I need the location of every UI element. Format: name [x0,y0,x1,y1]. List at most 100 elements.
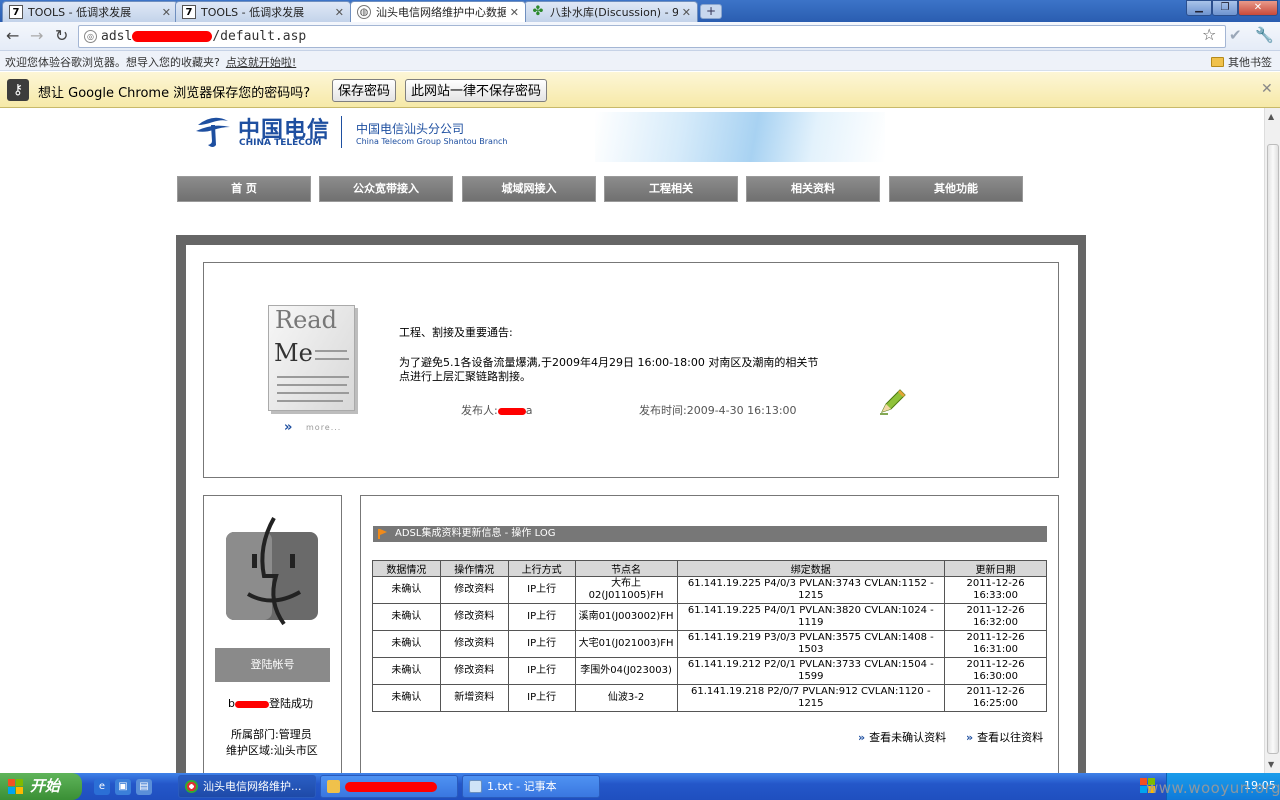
check-icon[interactable]: ✔ [1229,26,1242,44]
nav-resources[interactable]: 相关资料 [746,176,880,202]
leaf-icon: ✤ [532,4,544,19]
tab-discussion[interactable]: ✤ 八卦水库(Discussion) - 9 ✕ [524,1,698,22]
table-cell: 仙波3-2 [574,684,678,712]
scroll-thumb[interactable] [1267,144,1279,754]
table-cell: IP上行 [507,603,576,631]
close-icon[interactable]: ✕ [335,6,344,19]
table-row: 未确认 修改资料 IP上行 大宅01(J021003)FH 61.141.19.… [372,630,1047,658]
logo-divider [341,116,342,148]
flag-icon [378,529,387,539]
table-row: 未确认 修改资料 IP上行 溪南01(J003002)FH 61.141.19.… [372,603,1047,631]
folder-icon [327,780,340,793]
tools-favicon-icon: 7 [9,5,23,19]
publisher-label: 发布人: [461,404,498,417]
scroll-down-arrow-icon[interactable]: ▼ [1268,760,1274,769]
tab-title: 汕头电信网络维护中心数据 [376,6,506,19]
taskbar-task-notepad[interactable]: 1.txt - 记事本 [462,775,600,798]
log-table: 数据情况 操作情况 上行方式 节点名 绑定数据 更新日期 未确认 修改资料 IP… [372,560,1047,712]
start-label: 开始 [30,777,61,795]
table-cell: 大布上02(J011005)FH [574,576,678,604]
close-window-button[interactable]: ✕ [1238,0,1278,16]
publisher-tail: a [525,404,533,417]
tab-strip: 7 TOOLS - 低调求发展 ✕ 7 TOOLS - 低调求发展 ✕ ◍ 汕头… [0,0,1280,22]
column-header: 数据情况 [372,560,441,577]
taskbar-task-folder[interactable] [320,775,458,798]
more-link[interactable]: more... [306,423,341,432]
redaction-mark [234,700,269,708]
table-header-row: 数据情况 操作情况 上行方式 节点名 绑定数据 更新日期 [372,560,1047,577]
tab-tools-2[interactable]: 7 TOOLS - 低调求发展 ✕ [175,1,351,22]
table-cell: IP上行 [507,576,576,604]
table-cell: 未确认 [372,684,441,712]
view-unconfirmed-link[interactable]: » 查看未确认资料 [858,729,946,745]
finder-face-icon [226,517,318,626]
import-bookmarks-link[interactable]: 点这就开始啦! [226,56,296,69]
minimize-button[interactable]: ▁ [1186,0,1212,16]
page-scrollbar[interactable]: ▲ ▼ [1264,108,1280,773]
readme-word-me: Me [274,339,313,367]
reload-icon[interactable]: ↻ [55,28,68,44]
scroll-up-arrow-icon[interactable]: ▲ [1268,112,1274,121]
view-unconfirmed-label: 查看未确认资料 [869,731,947,744]
bookmark-bar: 欢迎您体验谷歌浏览器。想导入您的收藏夹? 点这就开始啦! 其他书签 [0,51,1280,71]
other-bookmarks-button[interactable]: 其他书签 [1211,54,1272,70]
table-cell: 61.141.19.218 P2/0/7 PVLAN:912 CVLAN:112… [676,684,946,712]
table-cell: 未确认 [372,657,441,685]
save-password-button[interactable]: 保存密码 [332,79,397,102]
notice-body: 为了避免5.1各设备流量爆满,于2009年4月29日 16:00-18:00 对… [399,356,819,383]
folder-icon [1211,57,1224,67]
notice-heading: 工程、割接及重要通告: [399,326,513,339]
readme-word-read: Read [275,306,337,334]
close-icon[interactable]: ✕ [682,6,691,19]
url-prefix: adsl [101,29,133,44]
column-header: 节点名 [574,560,678,577]
close-icon[interactable]: ✕ [162,6,171,19]
start-button[interactable]: 开始 [0,773,82,800]
redaction-mark [132,31,213,42]
wrench-icon[interactable]: 🔧 [1255,26,1274,44]
notice-publish-time: 发布时间:2009-4-30 16:13:00 [639,404,797,417]
table-row: 未确认 新增资料 IP上行 仙波3-2 61.141.19.218 P2/0/7… [372,684,1047,712]
nav-engineering[interactable]: 工程相关 [604,176,738,202]
new-tab-button[interactable]: + [700,4,722,19]
pencil-icon[interactable] [878,386,908,416]
login-account-button[interactable]: 登陆帐号 [215,648,330,682]
tab-title: 八卦水库(Discussion) - 9 [550,6,678,19]
ie-icon[interactable]: e [94,779,110,795]
nav-home[interactable]: 首 页 [177,176,311,202]
close-icon[interactable]: ✕ [510,6,519,19]
forward-arrow-icon[interactable]: → [30,28,43,44]
tab-shantou-telecom[interactable]: ◍ 汕头电信网络维护中心数据 ✕ [350,1,526,22]
table-cell: 2011-12-26 16:30:00 [944,657,1047,685]
redaction-mark [497,407,526,415]
notice-publisher: 发布人: a [461,402,532,418]
nav-public-broadband[interactable]: 公众宽带接入 [319,176,453,202]
table-cell: IP上行 [507,630,576,658]
browser-toolbar: ← → ↻ ◎ adsl/default.asp ☆ ✔ 🔧 [0,22,1280,51]
bookmark-star-icon[interactable]: ☆ [1202,25,1216,44]
tab-tools-1[interactable]: 7 TOOLS - 低调求发展 ✕ [2,1,178,22]
url-text: adsl/default.asp [101,29,306,44]
view-history-link[interactable]: » 查看以往资料 [966,729,1043,745]
redaction-mark [345,782,437,792]
never-save-password-button[interactable]: 此网站一律不保存密码 [405,79,548,102]
desktop-icon[interactable]: ▣ [115,779,131,795]
nav-other-functions[interactable]: 其他功能 [889,176,1023,202]
more-arrow-icon[interactable]: » [284,420,292,435]
key-icon: ⚷ [7,79,29,101]
taskbar-task-browser[interactable]: 汕头电信网络维护... [178,775,316,798]
other-bookmarks-label: 其他书签 [1228,56,1272,69]
table-row: 未确认 修改资料 IP上行 大布上02(J011005)FH 61.141.19… [372,576,1047,604]
windows-taskbar: 开始 e ▣ ▤ 汕头电信网络维护... 1.txt - 记事本 19:05 [0,773,1280,800]
address-bar[interactable]: ◎ adsl/default.asp [78,25,1226,48]
close-icon[interactable]: ✕ [1261,81,1273,97]
media-icon[interactable]: ▤ [136,779,152,795]
view-history-label: 查看以往资料 [977,731,1044,744]
double-arrow-icon: » [858,731,866,744]
readme-document-icon: Read Me [268,305,355,411]
table-cell: 61.141.19.219 P3/0/3 PVLAN:3575 CVLAN:14… [676,630,946,658]
column-header: 操作情况 [439,560,509,577]
maximize-button[interactable]: ❐ [1212,0,1238,16]
back-arrow-icon[interactable]: ← [6,28,19,44]
nav-metro-network[interactable]: 城域网接入 [462,176,596,202]
